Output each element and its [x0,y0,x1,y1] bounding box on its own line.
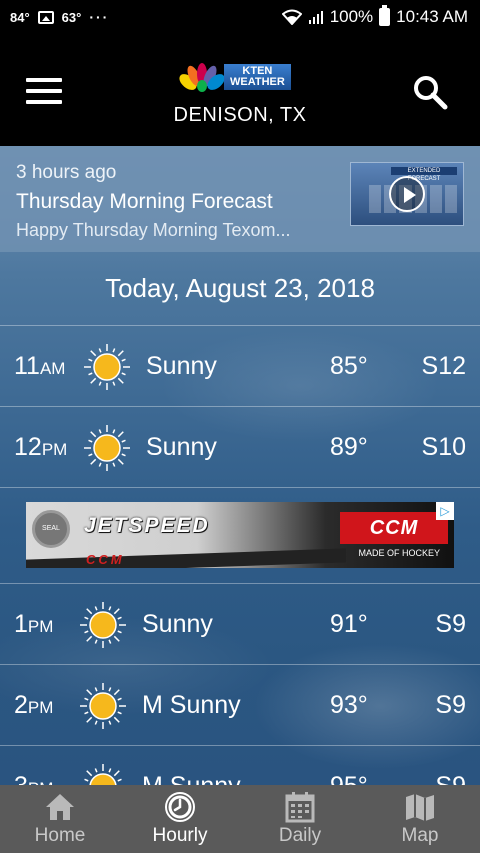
nav-daily[interactable]: Daily [240,785,360,853]
home-icon [46,794,74,820]
condition-label: M Sunny [142,691,241,719]
status-bar-right: 100% 10:43 AM [281,5,468,27]
wind: S9 [435,610,466,638]
ad-seal-icon: SEAL [32,510,70,548]
nav-map-label: Map [401,825,439,846]
hour-row[interactable]: 3PM M Sunny 95° S9 [0,746,480,785]
more-notifications-icon: ··· [89,9,110,25]
logo-line2: WEATHER [230,76,285,88]
nav-hourly-label: Hourly [152,825,208,846]
wifi-icon [281,9,302,25]
calendar-icon [285,792,315,823]
nav-home-label: Home [34,825,86,846]
mostly-sunny-icon [80,683,126,729]
hour-time: 11AM [14,352,66,380]
hour-time: 3PM [14,772,53,785]
sunny-icon [80,602,126,648]
thumbnail-label: EXTENDED FORECAST [391,167,457,182]
hour-row[interactable]: 2PM M Sunny 93° S9 [0,665,480,746]
condition-label: Sunny [146,433,217,461]
clock-time: 10:43 AM [396,7,468,26]
app-header: KTEN WEATHER DENISON, TX [0,34,480,146]
image-icon [37,10,54,24]
wind: S10 [421,433,466,461]
search-icon[interactable] [410,72,450,112]
hour-time: 2PM [14,691,54,719]
ad-tagline: MADE OF HOCKEY [358,548,440,558]
temperature: 91° [330,610,368,638]
wind: S12 [421,352,466,380]
temperature: 95° [330,772,368,785]
nav-home[interactable]: Home [0,785,120,853]
battery-percent: 100% [329,7,374,26]
date-heading: Today, August 23, 2018 [0,252,480,326]
nav-daily-label: Daily [278,825,322,846]
condition-label: M Sunny [142,772,241,785]
play-icon[interactable] [389,176,425,212]
hour-row[interactable]: 1PM Sunny 91° S9 [0,584,480,665]
temperature: 93° [330,691,368,719]
station-logo: KTEN WEATHER [176,62,308,92]
condition-label: Sunny [146,352,217,380]
wind: S9 [435,772,466,785]
video-thumbnail[interactable]: EXTENDED FORECAST [350,162,464,226]
ad-stick-text: CCM [86,552,125,567]
mostly-sunny-icon [84,764,122,785]
temperature: 85° [330,352,368,380]
ad-row: SEAL JETSPEED CCM CCM MADE OF HOCKEY ▷ [0,488,480,584]
bottom-navigation: Home Hourly Daily Map [0,785,480,853]
menu-icon[interactable] [26,78,62,104]
hourly-content[interactable]: 3 hours ago Thursday Morning Forecast Ha… [0,146,480,785]
status-bar-left: 84° 63° ··· [10,9,109,25]
sunny-icon [84,425,130,471]
hour-time: 1PM [14,610,54,638]
hour-time: 12PM [14,433,68,461]
clock-icon [165,792,195,822]
second-temp-notification: 63° [61,9,82,25]
advertisement-banner[interactable]: SEAL JETSPEED CCM CCM MADE OF HOCKEY ▷ [26,502,454,568]
kten-weather-logo: KTEN WEATHER [224,64,291,90]
ad-brand: JETSPEED [84,514,210,537]
ad-ccm-logo: CCM [340,512,448,544]
ad-hockey-stick [26,548,346,568]
peacock-logo-icon [179,63,225,92]
adchoices-icon[interactable]: ▷ [436,502,454,520]
map-icon [406,794,434,821]
hour-row[interactable]: 12PM Sunny 89° S10 [0,407,480,488]
nav-hourly[interactable]: Hourly [120,785,240,853]
weather-temp-notification: 84° [10,9,30,25]
signal-icon [308,11,323,24]
status-bar: 84° 63° ··· 100% 10:43 AM [0,0,480,34]
wind: S9 [435,691,466,719]
sunny-icon [84,344,130,390]
location-title[interactable]: DENISON, TX [0,104,480,127]
battery-icon [379,5,391,26]
news-card[interactable]: 3 hours ago Thursday Morning Forecast Ha… [0,146,480,252]
hour-row[interactable]: 11AM Sunny 85° S12 [0,326,480,407]
nav-map[interactable]: Map [360,785,480,853]
condition-label: Sunny [142,610,213,638]
temperature: 89° [330,433,368,461]
